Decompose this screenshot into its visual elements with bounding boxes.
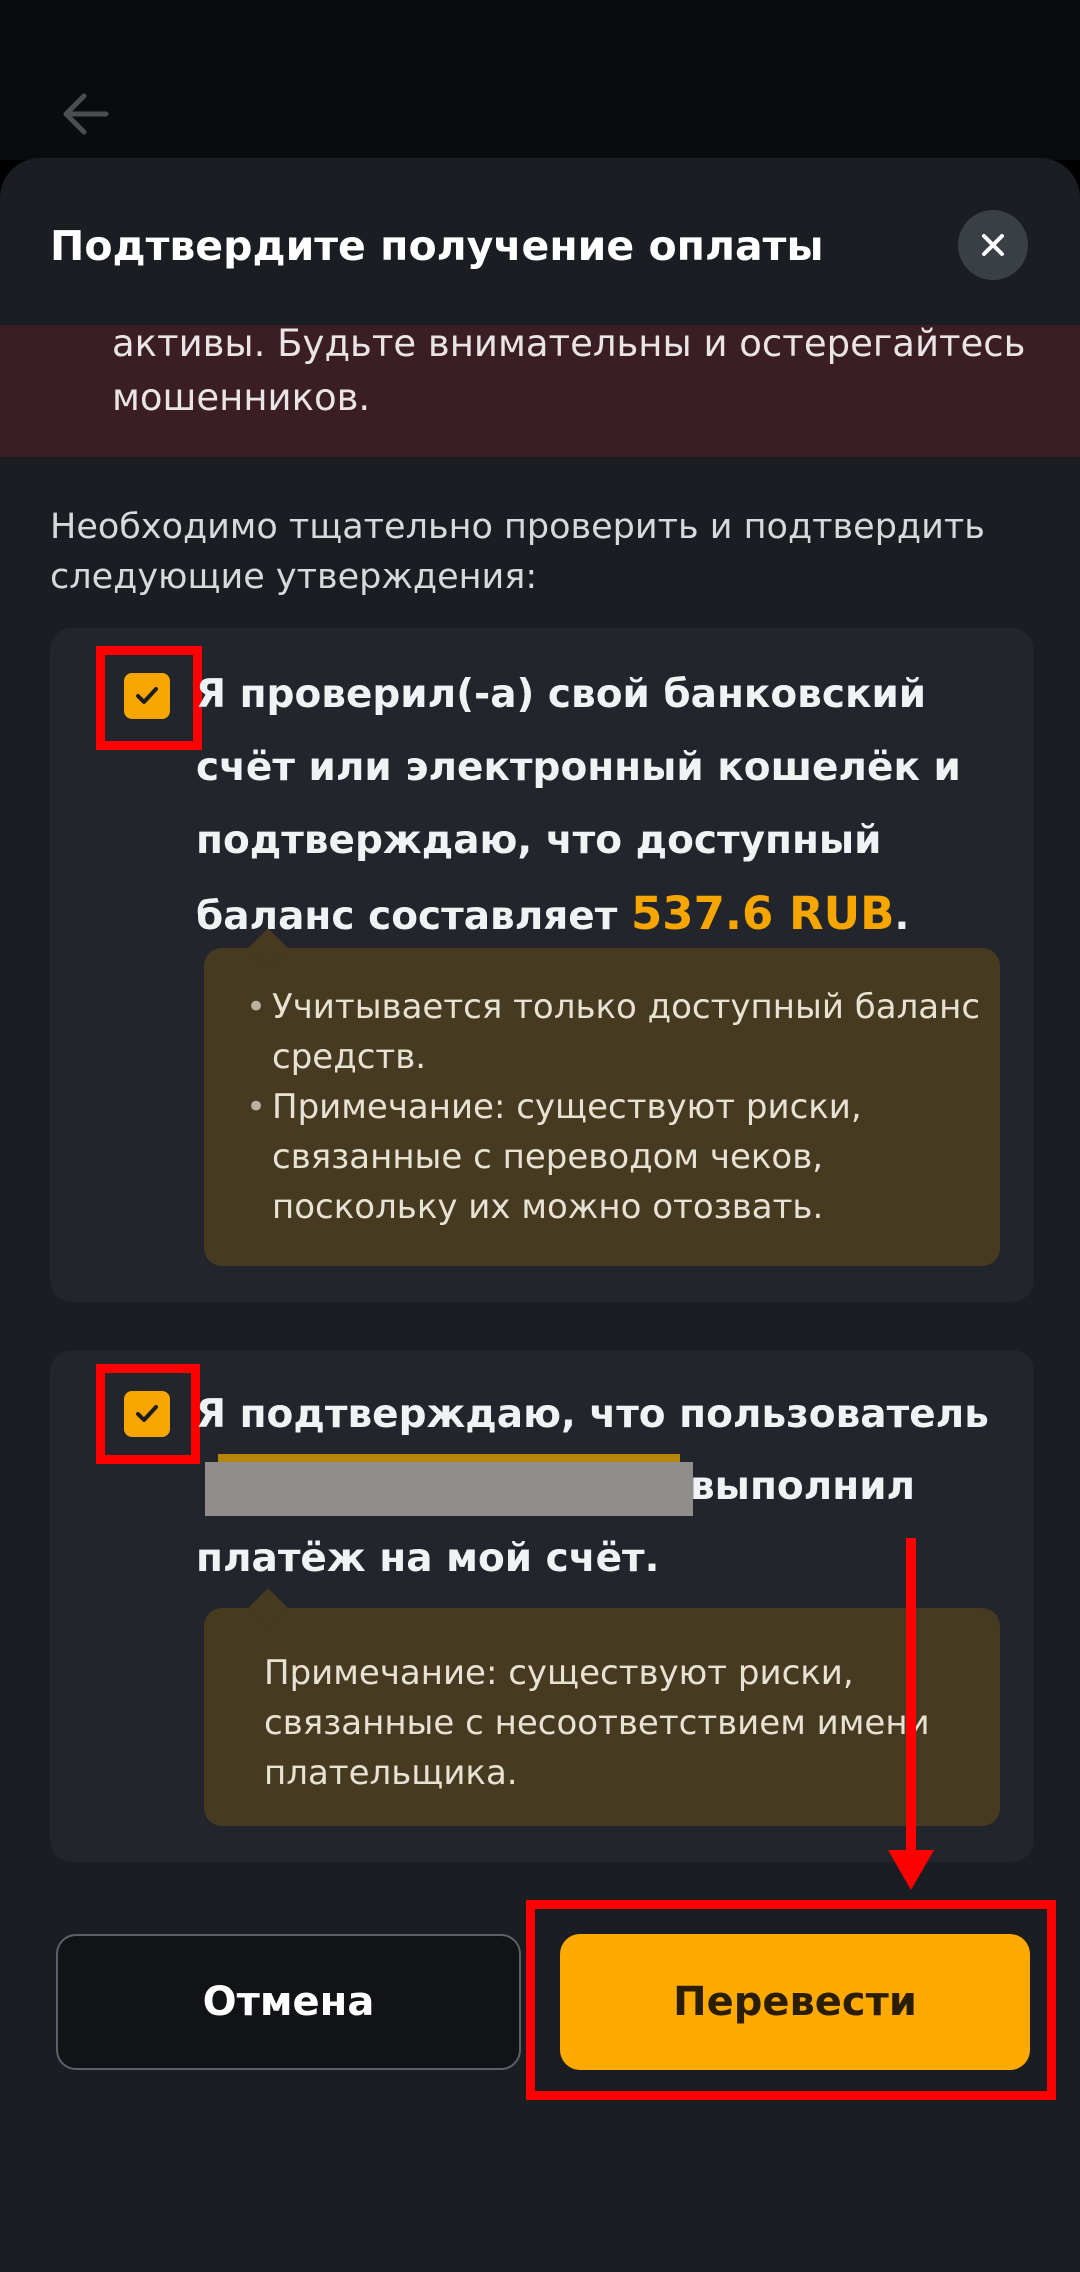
statement-line: баланс составляет 537.6 RUB. — [196, 877, 1016, 953]
cancel-button[interactable]: Отмена — [56, 1934, 521, 2070]
note-text: Примечание: существуют риски, связанные … — [264, 1653, 930, 1793]
note-bullet: Учитывается только доступный баланс сред… — [246, 982, 986, 1082]
statement-line: счёт или электронный кошелёк и — [196, 745, 961, 790]
intro-text: Необходимо тщательно проверить и подтвер… — [50, 507, 985, 597]
statement-text: баланс составляет — [196, 894, 631, 939]
annotation-box-checkbox-1 — [96, 646, 202, 750]
warning-line-2: мошенников. — [112, 376, 371, 419]
statement-line: подтверждаю, что доступный — [196, 818, 882, 863]
warning-line-1: активы. Будьте внимательны и остерегайте… — [112, 325, 1026, 365]
warning-text: активы. Будьте внимательны и остерегайте… — [112, 325, 1032, 425]
balance-amount: 537.6 RUB — [630, 887, 895, 940]
statement-payer-line-2: выполнил — [690, 1464, 916, 1509]
note-bullet-list: Учитывается только доступный баланс сред… — [246, 982, 986, 1232]
statement-line: Я проверил(-а) свой банковский — [196, 672, 927, 717]
statement-payer-line-1: Я подтверждаю, что пользователь — [196, 1392, 989, 1437]
statement-balance-text: Я проверил(-а) свой банковский счёт или … — [196, 658, 1016, 953]
sheet-title: Подтвердите получение оплаты — [50, 222, 824, 270]
annotation-box-checkbox-2 — [96, 1364, 200, 1464]
note-bullet: Примечание: существуют риски, связанные … — [246, 1082, 986, 1232]
warning-banner: активы. Будьте внимательны и остерегайте… — [0, 325, 1080, 457]
top-bar — [0, 0, 1080, 160]
statement-text: . — [894, 894, 910, 939]
note-balance: Учитывается только доступный баланс сред… — [204, 928, 1000, 1266]
annotation-box-confirm — [526, 1900, 1056, 2100]
note-payer: Примечание: существуют риски, связанные … — [204, 1588, 1000, 1826]
statement-payer-line-3: платёж на мой счёт. — [196, 1536, 660, 1581]
arrow-left-icon[interactable] — [56, 84, 116, 144]
close-button[interactable] — [958, 210, 1028, 280]
close-icon — [982, 234, 1004, 256]
annotation-arrow-head — [888, 1850, 934, 1890]
redacted-username — [205, 1462, 693, 1516]
annotation-arrow-shaft — [906, 1538, 916, 1872]
